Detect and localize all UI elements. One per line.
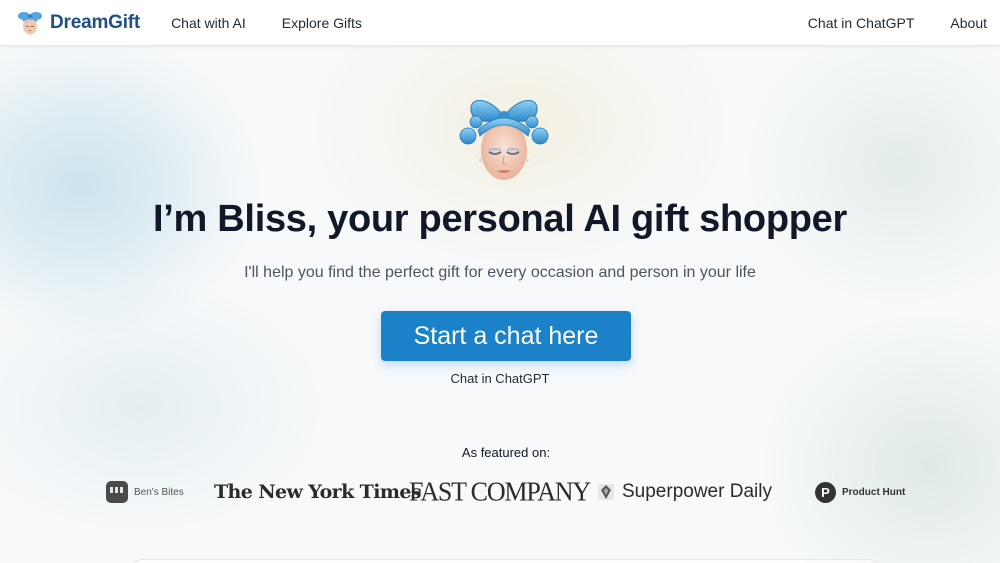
press-logo-fast-company[interactable]: FAST COMPANY — [409, 474, 591, 510]
press-logo-bens-bites[interactable]: Ben's Bites — [106, 474, 184, 510]
secondary-nav: Chat in ChatGPT About — [808, 15, 987, 31]
content-card-edge — [132, 559, 878, 563]
product-hunt-label: Product Hunt — [842, 486, 906, 498]
bliss-avatar-image — [459, 100, 549, 180]
hero-subtitle: I'll help you find the perfect gift for … — [244, 264, 756, 281]
press-logo-product-hunt[interactable]: P Product Hunt — [815, 474, 905, 510]
superpower-daily-label: Superpower Daily — [622, 481, 772, 502]
primary-nav: Chat with AI Explore Gifts — [171, 15, 362, 31]
product-hunt-icon: P — [815, 481, 836, 503]
brand-logo-link[interactable]: DreamGift — [16, 9, 140, 37]
nav-about[interactable]: About — [950, 15, 987, 31]
featured-heading: As featured on: — [461, 445, 551, 460]
hero-section: I’m Bliss, your personal AI gift shopper… — [0, 46, 1000, 563]
press-logo-superpower-daily[interactable]: Superpower Daily — [596, 474, 772, 510]
brand-name: DreamGift — [50, 11, 141, 33]
nyt-wordmark: The New York Times — [214, 481, 422, 503]
nav-chat-with-ai[interactable]: Chat with AI — [171, 15, 246, 31]
nav-chat-in-chatgpt[interactable]: Chat in ChatGPT — [808, 15, 915, 31]
nav-explore-gifts[interactable]: Explore Gifts — [282, 15, 362, 31]
bens-bites-label: Ben's Bites — [134, 486, 184, 498]
bens-bites-icon — [106, 481, 128, 503]
bliss-logo-icon — [18, 11, 42, 34]
chat-in-chatgpt-link[interactable]: Chat in ChatGPT — [0, 371, 1000, 386]
superpower-daily-icon — [598, 484, 614, 500]
press-logos: Ben's Bites The New York Times FAST COMP… — [0, 474, 1000, 510]
fast-company-wordmark: FAST COMPANY — [409, 476, 591, 507]
top-navbar: DreamGift Chat with AI Explore Gifts Cha… — [0, 0, 1000, 46]
start-chat-button[interactable]: Start a chat here — [381, 311, 631, 361]
press-logo-nyt[interactable]: The New York Times — [214, 474, 422, 510]
hero-title: I’m Bliss, your personal AI gift shopper — [153, 198, 847, 240]
